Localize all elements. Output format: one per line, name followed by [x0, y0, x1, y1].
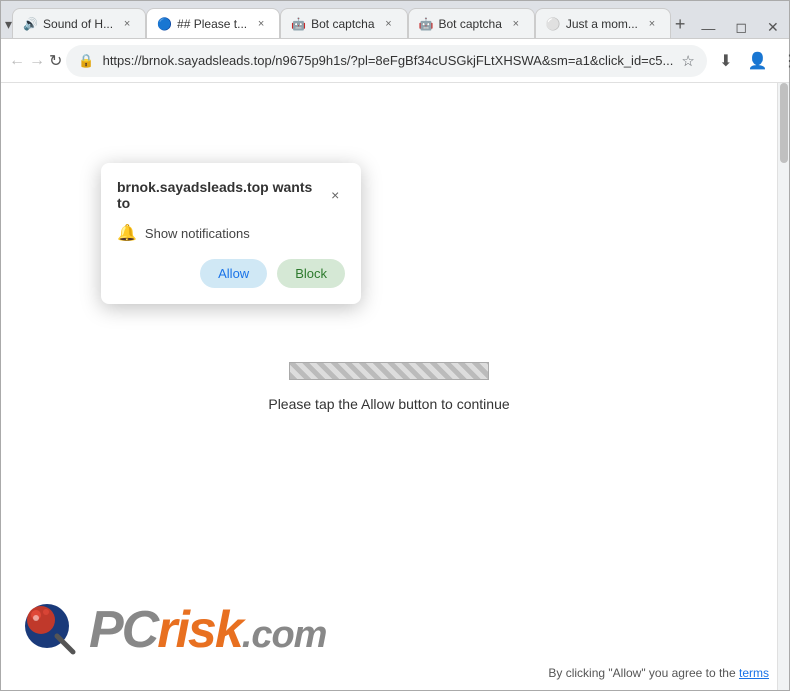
tab4-favicon: 🤖: [419, 17, 433, 31]
toolbar: ← → ↻ 🔒 https://brnok.sayadsleads.top/n9…: [1, 39, 789, 83]
refresh-icon: ↻: [49, 51, 62, 71]
restore-button[interactable]: ◻: [727, 17, 755, 38]
pc-text: PC: [89, 601, 157, 659]
tab-dropdown-icon: ▾: [5, 16, 12, 33]
tab1-title: Sound of H...: [43, 17, 113, 31]
terms-link[interactable]: terms: [739, 666, 769, 680]
tab5-close[interactable]: ×: [644, 16, 660, 32]
window-controls: — ◻ ✕: [685, 17, 790, 38]
tab-bot1[interactable]: 🤖 Bot captcha ×: [280, 8, 407, 38]
menu-button[interactable]: ⋮: [775, 46, 790, 76]
back-icon: ←: [9, 52, 25, 70]
tab-bot2[interactable]: 🤖 Bot captcha ×: [408, 8, 535, 38]
tab3-title: Bot captcha: [311, 17, 374, 31]
popup-notification-row: 🔔 Show notifications: [117, 223, 345, 243]
refresh-button[interactable]: ↻: [49, 46, 62, 76]
popup-title: brnok.sayadsleads.top wants to: [117, 179, 325, 211]
popup-notification-text: Show notifications: [145, 226, 250, 241]
tab5-favicon: ⚪: [546, 17, 560, 31]
back-button[interactable]: ←: [9, 46, 25, 76]
address-text: https://brnok.sayadsleads.top/n9675p9h1s…: [103, 53, 674, 68]
download-button[interactable]: ⬇: [711, 46, 741, 76]
tab4-close[interactable]: ×: [508, 16, 524, 32]
pcrisk-logo-icon: [21, 600, 81, 660]
page-content: brnok.sayadsleads.top wants to × 🔔 Show …: [1, 83, 789, 690]
bell-icon: 🔔: [117, 223, 137, 243]
star-icon[interactable]: ☆: [681, 52, 694, 70]
minimize-button[interactable]: —: [693, 18, 723, 38]
tab4-title: Bot captcha: [439, 17, 502, 31]
toolbar-right-buttons: ⬇ 👤 ⋮: [711, 46, 790, 76]
tab-please[interactable]: 🔵 ## Please t... ×: [146, 8, 280, 38]
forward-icon: →: [29, 52, 45, 70]
tab2-favicon: 🔵: [157, 17, 171, 31]
menu-icon: ⋮: [782, 51, 790, 71]
allow-button[interactable]: Allow: [200, 259, 267, 288]
com-text: .com: [242, 614, 327, 656]
risk-text: risk: [157, 601, 242, 659]
block-button[interactable]: Block: [277, 259, 345, 288]
download-icon: ⬇: [719, 51, 732, 71]
progress-bar-container: [289, 362, 489, 380]
tab-sound[interactable]: 🔊 Sound of H... ×: [12, 8, 146, 38]
address-bar[interactable]: 🔒 https://brnok.sayadsleads.top/n9675p9h…: [66, 45, 706, 77]
popup-header: brnok.sayadsleads.top wants to ×: [117, 179, 345, 211]
browser-window: ▾ 🔊 Sound of H... × 🔵 ## Please t... × 🤖…: [0, 0, 790, 691]
forward-button[interactable]: →: [29, 46, 45, 76]
tab-moment[interactable]: ⚪ Just a mom... ×: [535, 8, 671, 38]
pcrisk-logo-text: PCrisk.com: [89, 604, 326, 656]
lock-icon: 🔒: [78, 53, 94, 69]
progress-bar: [289, 362, 489, 380]
tab1-favicon: 🔊: [23, 17, 37, 31]
tab2-title: ## Please t...: [177, 17, 247, 31]
tab2-close[interactable]: ×: [253, 16, 269, 32]
popup-close-button[interactable]: ×: [325, 185, 345, 205]
progress-label: Please tap the Allow button to continue: [268, 396, 509, 412]
close-button[interactable]: ✕: [759, 17, 787, 38]
person-icon: 👤: [748, 51, 768, 71]
tab3-favicon: 🤖: [291, 17, 305, 31]
new-tab-button[interactable]: +: [675, 10, 686, 38]
tab1-close[interactable]: ×: [119, 16, 135, 32]
tab5-title: Just a mom...: [566, 17, 638, 31]
logo-area: PCrisk.com: [21, 600, 326, 660]
scrollbar-thumb[interactable]: [780, 83, 788, 163]
profile-button[interactable]: 👤: [743, 46, 773, 76]
terms-static-text: By clicking "Allow" you agree to the: [548, 666, 735, 680]
notification-popup: brnok.sayadsleads.top wants to × 🔔 Show …: [101, 163, 361, 304]
popup-buttons: Allow Block: [117, 259, 345, 288]
tab3-close[interactable]: ×: [381, 16, 397, 32]
terms-area: By clicking "Allow" you agree to the ter…: [548, 666, 769, 680]
tab-dropdown-btn[interactable]: ▾: [5, 10, 12, 38]
scrollbar[interactable]: [777, 83, 789, 690]
